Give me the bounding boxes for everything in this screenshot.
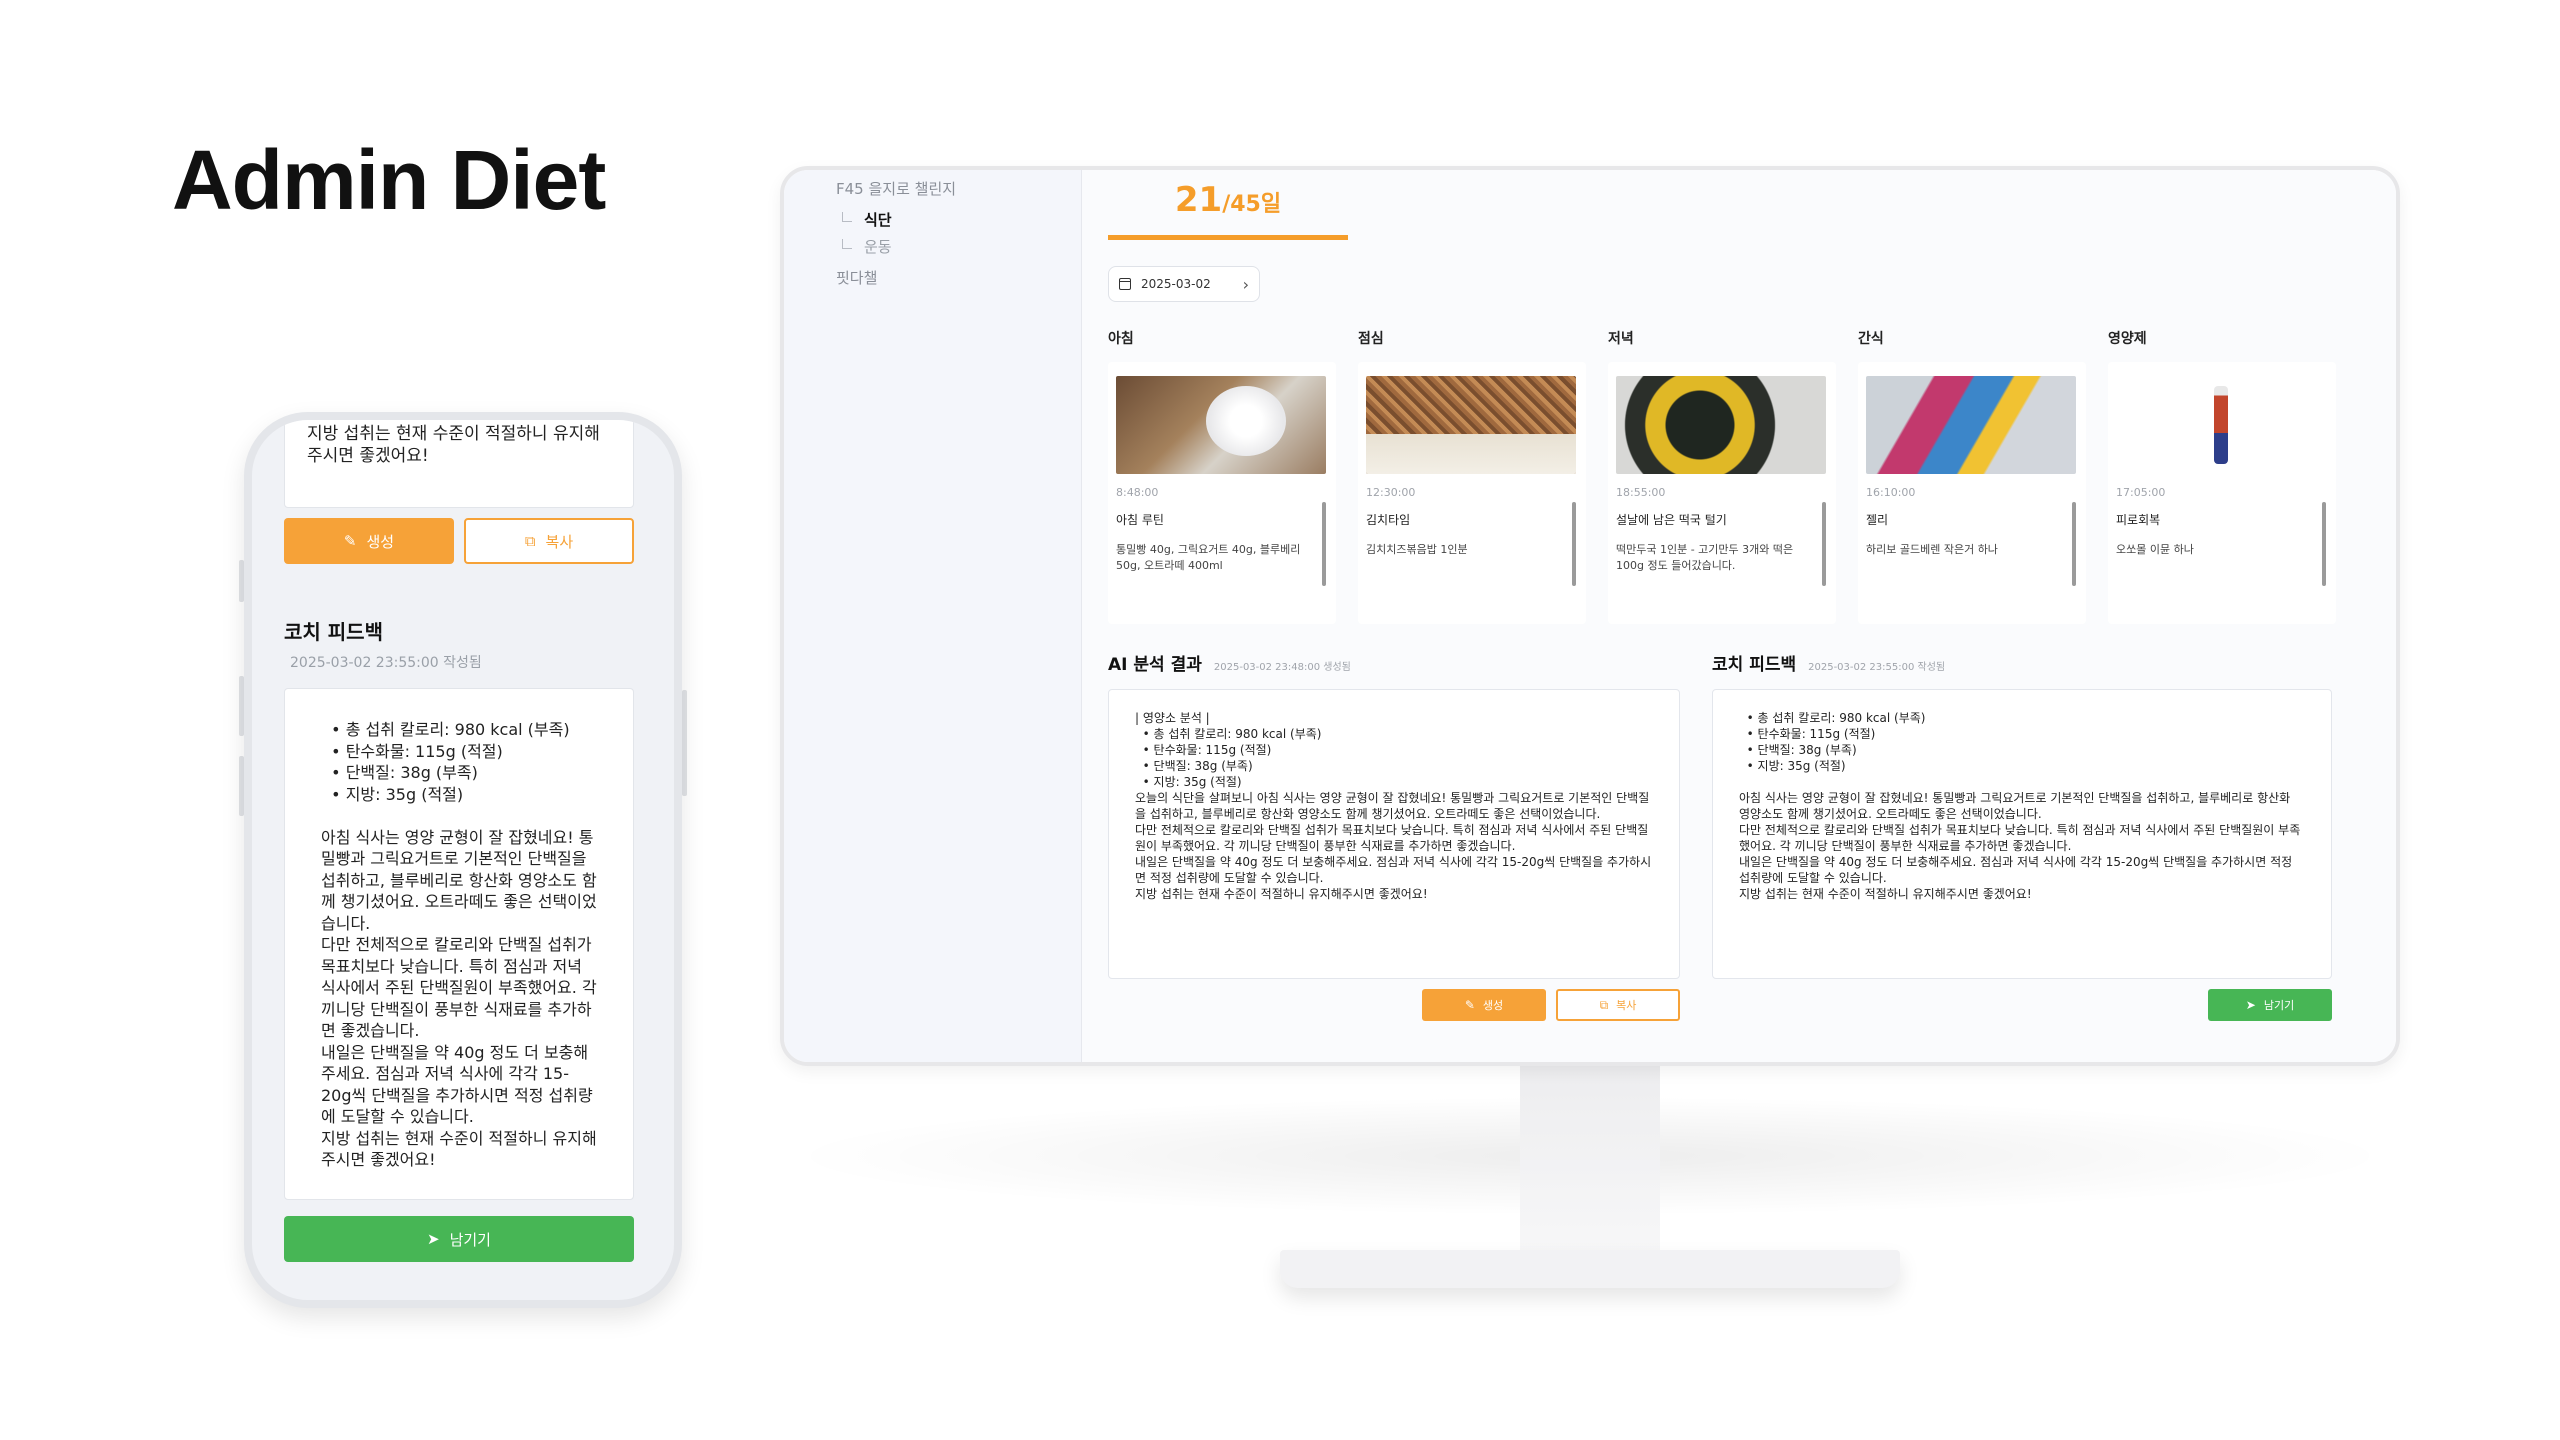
phone-side-button bbox=[682, 690, 687, 796]
meal-name: 피로회복 bbox=[2116, 513, 2161, 527]
scrollbar[interactable] bbox=[1822, 502, 1826, 586]
date-picker[interactable]: 2025-03-02 › bbox=[1108, 266, 1260, 302]
meal-card[interactable]: 16:10:00 젤리 하리보 골드베렌 작은거 하나 bbox=[1858, 362, 2086, 624]
phone-mockup: 지방 섭취는 현재 수준이 적절하니 유지해주시면 좋겠어요! ✎ 생성 ⧉ 복… bbox=[244, 412, 682, 1308]
tree-branch-icon bbox=[842, 211, 852, 222]
meal-photo[interactable] bbox=[1616, 376, 1826, 474]
copy-button-mobile[interactable]: ⧉ 복사 bbox=[464, 518, 634, 564]
main-content: 21/45일 2025-03-02 › 아침 8:48:00 아침 루틴 통밀빵… bbox=[1082, 170, 2396, 1062]
meal-card[interactable]: 18:55:00 설날에 남은 떡국 털기 떡만두국 1인분 - 고기만두 3개… bbox=[1608, 362, 1836, 624]
phone-screen: 지방 섭취는 현재 수준이 적절하니 유지해주시면 좋겠어요! ✎ 생성 ⧉ 복… bbox=[252, 420, 674, 1300]
generate-button-mobile[interactable]: ✎ 생성 bbox=[284, 518, 454, 564]
scrollbar[interactable] bbox=[1572, 502, 1576, 586]
coach-feedback-time: 2025-03-02 23:55:00 작성됨 bbox=[1808, 662, 1946, 673]
submit-feedback-button-mobile[interactable]: ➤ 남기기 bbox=[284, 1216, 634, 1262]
meal-breakfast: 아침 8:48:00 아침 루틴 통밀빵 40g, 그릭요거트 40g, 블루베… bbox=[1108, 328, 1336, 624]
generate-button[interactable]: ✎ 생성 bbox=[1422, 989, 1546, 1021]
copy-icon: ⧉ bbox=[524, 532, 536, 550]
meal-photo[interactable] bbox=[1116, 376, 1326, 474]
generate-label: 생성 bbox=[1482, 999, 1504, 1012]
chevron-right-icon[interactable]: › bbox=[1243, 275, 1249, 294]
meal-name: 설날에 남은 떡국 털기 bbox=[1616, 513, 1727, 527]
scrollbar[interactable] bbox=[2322, 502, 2326, 586]
coach-feedback-title: 코치 피드백 bbox=[1712, 655, 1797, 675]
ai-analysis-text[interactable]: | 영양소 분석 | • 총 섭취 칼로리: 980 kcal (부족) • 탄… bbox=[1108, 689, 1680, 979]
day-current: 21 bbox=[1174, 180, 1223, 220]
meal-time: 17:05:00 bbox=[2116, 486, 2166, 499]
sidebar-item-diet[interactable]: 식단 bbox=[836, 209, 1081, 230]
sidebar-group-challenge[interactable]: F45 을지로 챌린지 bbox=[836, 178, 1081, 199]
send-label: 남기기 bbox=[449, 1230, 491, 1249]
copy-label: 복사 bbox=[1616, 999, 1637, 1012]
meal-photo[interactable] bbox=[1866, 376, 2076, 474]
day-total: /45일 bbox=[1222, 192, 1282, 217]
meal-time: 18:55:00 bbox=[1616, 486, 1666, 499]
meal-label: 간식 bbox=[1858, 331, 1884, 347]
sidebar-item-label: 식단 bbox=[864, 211, 892, 229]
meal-label: 아침 bbox=[1108, 331, 1134, 347]
meal-lunch: 점심 12:30:00 김치타임 김치치즈볶음밥 1인분 bbox=[1358, 328, 1586, 624]
copy-label: 복사 bbox=[545, 532, 574, 551]
monitor-stand-neck bbox=[1520, 1066, 1660, 1256]
meal-label: 영양제 bbox=[2108, 331, 2147, 347]
magic-wand-icon: ✎ bbox=[1464, 998, 1475, 1012]
meal-list: 아침 8:48:00 아침 루틴 통밀빵 40g, 그릭요거트 40g, 블루베… bbox=[1108, 328, 2358, 624]
scrollbar[interactable] bbox=[1322, 502, 1326, 586]
meal-name: 김치타임 bbox=[1366, 513, 1411, 527]
day-progress-tab[interactable]: 21/45일 bbox=[1108, 170, 1348, 240]
tree-branch-icon bbox=[842, 238, 852, 249]
send-label: 남기기 bbox=[2263, 999, 2295, 1012]
coach-feedback-textarea-mobile[interactable]: • 총 섭취 칼로리: 980 kcal (부족) • 탄수화물: 115g (… bbox=[284, 688, 634, 1200]
meal-name: 아침 루틴 bbox=[1116, 513, 1164, 527]
scrollbar[interactable] bbox=[2072, 502, 2076, 586]
meal-card[interactable]: 8:48:00 아침 루틴 통밀빵 40g, 그릭요거트 40g, 블루베리 5… bbox=[1108, 362, 1336, 624]
calendar-icon bbox=[1119, 278, 1131, 290]
meal-label: 저녁 bbox=[1608, 331, 1634, 347]
meal-supplement: 영양제 17:05:00 피로회복 오쏘몰 이뮨 하나 bbox=[2108, 328, 2336, 624]
meal-time: 8:48:00 bbox=[1116, 486, 1159, 499]
send-icon: ➤ bbox=[427, 1230, 440, 1248]
meal-snack: 간식 16:10:00 젤리 하리보 골드베렌 작은거 하나 bbox=[1858, 328, 2086, 624]
date-value: 2025-03-02 bbox=[1141, 277, 1211, 291]
meal-dinner: 저녁 18:55:00 설날에 남은 떡국 털기 떡만두국 1인분 - 고기만두… bbox=[1608, 328, 1836, 624]
meal-photo[interactable] bbox=[2116, 376, 2326, 474]
ai-analysis-section: AI 분석 결과 2025-03-02 23:48:00 생성됨 | 영양소 분… bbox=[1108, 650, 1680, 1021]
ai-analysis-time: 2025-03-02 23:48:00 생성됨 bbox=[1213, 662, 1351, 673]
copy-icon: ⧉ bbox=[1599, 997, 1609, 1012]
monitor-mockup: F45 을지로 챌린지 식단 운동 핏다챌 21/45일 2025-03-02 … bbox=[780, 166, 2400, 1288]
coach-feedback-section: 코치 피드백 2025-03-02 23:55:00 작성됨 • 총 섭취 칼로… bbox=[1712, 650, 2332, 1021]
ai-analysis-text-mobile[interactable]: 지방 섭취는 현재 수준이 적절하니 유지해주시면 좋겠어요! bbox=[284, 420, 634, 508]
meal-photo[interactable] bbox=[1366, 376, 1576, 474]
send-icon: ➤ bbox=[2245, 998, 2256, 1012]
meal-card[interactable]: 12:30:00 김치타임 김치치즈볶음밥 1인분 bbox=[1358, 362, 1586, 624]
meal-desc: 김치치즈볶음밥 1인분 bbox=[1366, 543, 1468, 556]
magic-wand-icon: ✎ bbox=[343, 532, 357, 550]
monitor-screen: F45 을지로 챌린지 식단 운동 핏다챌 21/45일 2025-03-02 … bbox=[780, 166, 2400, 1066]
coach-feedback-title-mobile: 코치 피드백 bbox=[284, 620, 383, 644]
meal-time: 12:30:00 bbox=[1366, 486, 1416, 499]
meal-desc: 하리보 골드베렌 작은거 하나 bbox=[1866, 543, 1998, 556]
coach-feedback-time-mobile: 2025-03-02 23:55:00 작성됨 bbox=[290, 655, 482, 671]
meal-desc: 통밀빵 40g, 그릭요거트 40g, 블루베리 50g, 오트라떼 400ml bbox=[1116, 543, 1301, 572]
monitor-stand-base bbox=[1280, 1250, 1900, 1288]
meal-desc: 떡만두국 1인분 - 고기만두 3개와 떡은 100g 정도 들어갔습니다. bbox=[1616, 543, 1794, 572]
sidebar-item-label: 운동 bbox=[864, 238, 892, 256]
meal-time: 16:10:00 bbox=[1866, 486, 1916, 499]
meal-card[interactable]: 17:05:00 피로회복 오쏘몰 이뮨 하나 bbox=[2108, 362, 2336, 624]
sidebar-item-exercise[interactable]: 운동 bbox=[836, 236, 1081, 257]
ai-analysis-title: AI 분석 결과 bbox=[1108, 655, 1202, 675]
page-title: Admin Diet bbox=[172, 133, 606, 227]
submit-feedback-button[interactable]: ➤ 남기기 bbox=[2208, 989, 2332, 1021]
coach-feedback-textarea[interactable]: • 총 섭취 칼로리: 980 kcal (부족) • 탄수화물: 115g (… bbox=[1712, 689, 2332, 979]
meal-name: 젤리 bbox=[1866, 513, 1889, 527]
sidebar-group-fitdachal[interactable]: 핏다챌 bbox=[836, 267, 1081, 288]
sidebar: F45 을지로 챌린지 식단 운동 핏다챌 bbox=[784, 170, 1082, 1062]
meal-label: 점심 bbox=[1358, 331, 1384, 347]
copy-button[interactable]: ⧉ 복사 bbox=[1556, 989, 1680, 1021]
meal-desc: 오쏘몰 이뮨 하나 bbox=[2116, 543, 2194, 556]
generate-label: 생성 bbox=[366, 532, 395, 551]
